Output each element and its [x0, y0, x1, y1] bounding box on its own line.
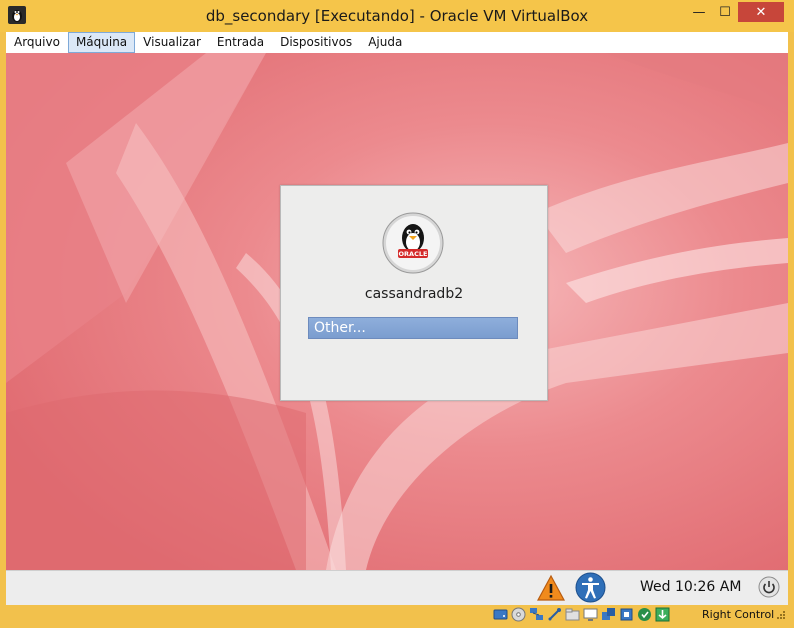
maximize-button[interactable]: ☐ [712, 2, 738, 22]
host-key-label: Right Control [702, 608, 775, 621]
menu-entrada[interactable]: Entrada [209, 32, 272, 53]
menu-ajuda[interactable]: Ajuda [360, 32, 410, 53]
resize-grip-icon[interactable] [776, 609, 786, 621]
virtualbox-window: db_secondary [Executando] - Oracle VM Vi… [0, 0, 794, 628]
minimize-button[interactable]: — [686, 2, 712, 22]
title-bar[interactable]: db_secondary [Executando] - Oracle VM Vi… [0, 0, 794, 32]
hard-disk-icon[interactable] [493, 607, 508, 622]
usb-icon[interactable] [547, 607, 562, 622]
cpu-icon[interactable] [619, 607, 634, 622]
network-icon[interactable] [529, 607, 544, 622]
other-user-button[interactable]: Other... [308, 317, 518, 339]
window-title: db_secondary [Executando] - Oracle VM Vi… [205, 7, 589, 25]
menu-visualizar[interactable]: Visualizar [135, 32, 209, 53]
shared-folders-icon[interactable] [565, 607, 580, 622]
username-label[interactable]: cassandradb2 [281, 286, 547, 302]
video-capture-icon[interactable] [601, 607, 616, 622]
keyboard-capture-icon[interactable] [655, 607, 670, 622]
user-avatar[interactable]: ORACLE [382, 212, 444, 274]
menu-maquina[interactable]: Máquina [67, 32, 136, 53]
accessibility-icon[interactable] [575, 572, 606, 603]
menu-bar: Arquivo Máquina Visualizar Entrada Dispo… [6, 32, 788, 53]
warning-icon[interactable] [536, 574, 566, 602]
guest-bottom-panel: Wed 10:26 AM [6, 570, 788, 606]
guest-screen[interactable]: ORACLE cassandradb2 Other... [6, 53, 788, 570]
login-dialog: ORACLE cassandradb2 Other... [280, 185, 548, 401]
clock-label[interactable]: Wed 10:26 AM [640, 579, 741, 595]
oracle-badge-text: ORACLE [399, 250, 428, 258]
display-icon[interactable] [583, 607, 598, 622]
menu-dispositivos[interactable]: Dispositivos [272, 32, 360, 53]
close-button[interactable]: ✕ [738, 2, 784, 22]
vm-status-bar: Right Control [6, 605, 788, 625]
mouse-integration-icon[interactable] [637, 607, 652, 622]
menu-arquivo[interactable]: Arquivo [6, 32, 68, 53]
optical-drive-icon[interactable] [511, 607, 526, 622]
power-icon[interactable] [758, 576, 780, 598]
